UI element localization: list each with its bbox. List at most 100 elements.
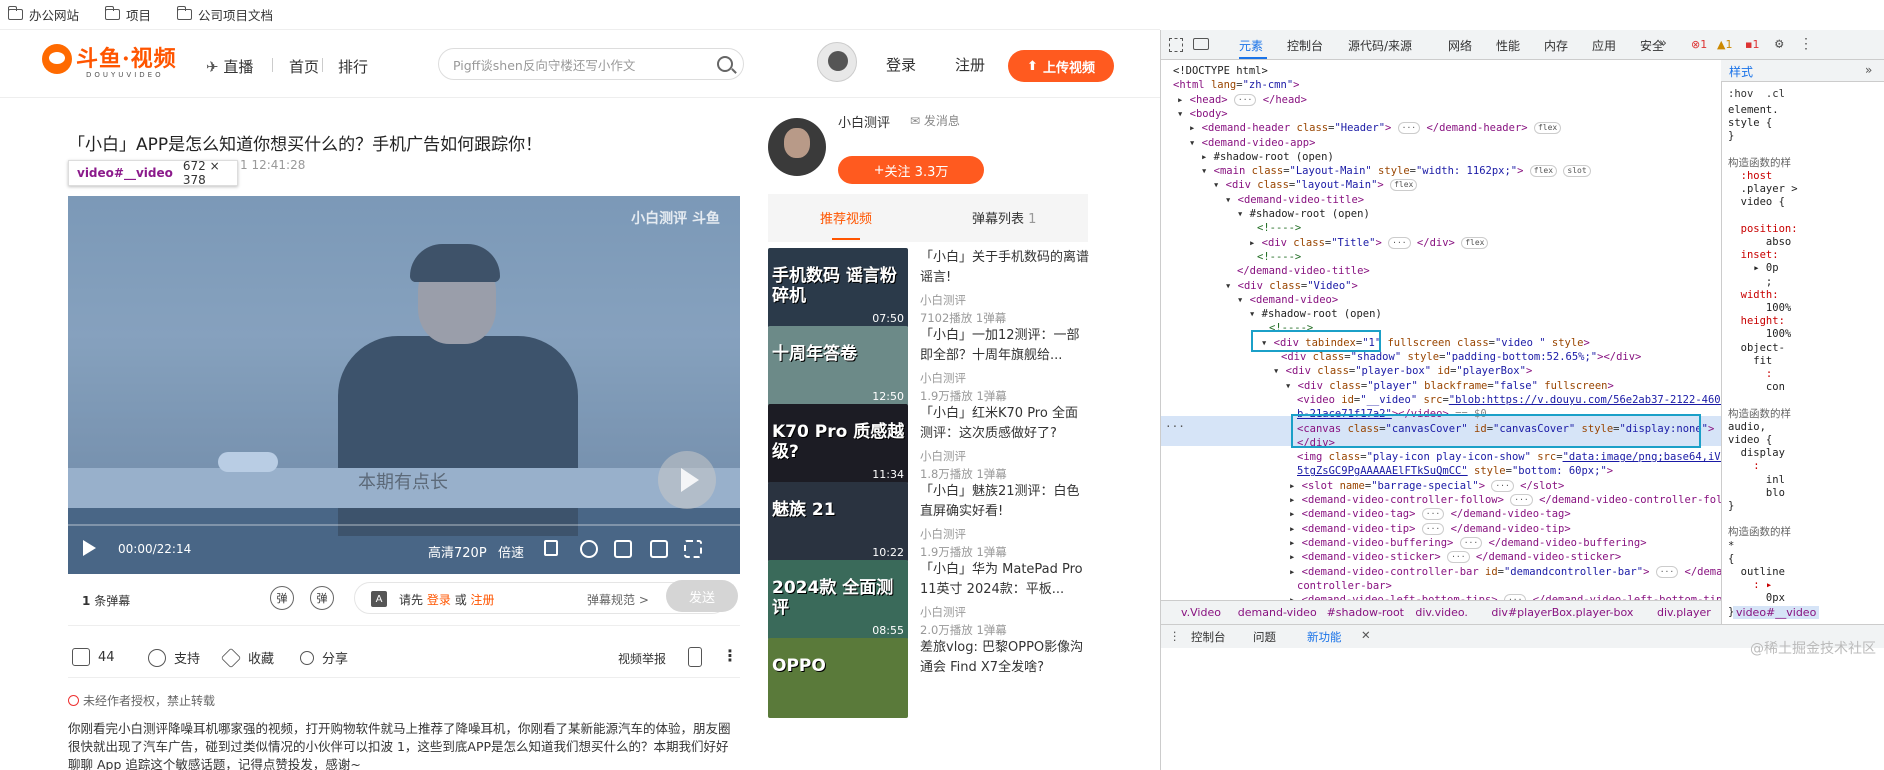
recommendation-author[interactable]: 小白测评 (920, 448, 966, 464)
dom-node-line[interactable]: ▸ <demand-video-controller-follow> ··· <… (1289, 493, 1721, 508)
devtools-tab[interactable]: 控制台 (1287, 37, 1323, 54)
danmu-settings-icon[interactable]: 弹 (310, 586, 334, 610)
nav-home[interactable]: 首页 (289, 56, 319, 77)
bookmark-projects[interactable]: 项目 (104, 5, 151, 24)
recommendation-author[interactable]: 小白测评 (920, 292, 966, 308)
recommendation-item[interactable]: K70 Pro 质感越级? 11:34 「小白」红米K70 Pro 全面测评：这次质… (768, 404, 1108, 488)
register-link[interactable]: 注册 (955, 54, 985, 75)
dom-node-line[interactable]: ▸ #shadow-root (open) (1201, 150, 1334, 165)
dom-node-line[interactable]: <!----> (1257, 250, 1301, 265)
tab-danmu-list[interactable]: 弹幕列表 1 (972, 208, 1036, 227)
devtools-tab[interactable]: 网络 (1448, 37, 1472, 54)
recommendation-item[interactable]: 魅族 21 10:22 「小白」魅族21测评：白色直屏确实好看! 小白测评 1.9万播放… (768, 482, 1108, 566)
dom-node-line[interactable]: ▾ <div class="player-box" id="playerBox"… (1273, 364, 1532, 379)
play-icon[interactable] (83, 540, 96, 556)
recommendation-thumbnail[interactable]: 2024款 全面测评 08:55 (768, 560, 908, 640)
recommendation-item[interactable]: 2024款 全面测评 08:55 「小白」华为 MatePad Pro 11英寸 2… (768, 560, 1108, 644)
pip-icon[interactable] (614, 540, 632, 558)
big-play-icon[interactable] (658, 451, 716, 509)
close-icon[interactable]: ✕ (1361, 628, 1371, 642)
node-menu-icon[interactable]: ··· (1165, 420, 1185, 433)
dom-node-line[interactable]: <video id="__video" src="blob:https://v.… (1297, 393, 1721, 408)
dom-node-line[interactable]: ▸ <slot name="barrage-special"> ··· </sl… (1289, 479, 1564, 494)
user-avatar[interactable] (817, 42, 857, 82)
video-player[interactable]: 小白测评 斗鱼 本期有点长 00:00/22:14 高清720P 倍速 (68, 196, 740, 574)
dom-node-line[interactable]: <img class="play-icon play-icon-show" sr… (1297, 450, 1721, 465)
recommendation-title[interactable]: 「小白」一加12测评：一部即全部？十周年旗舰给... (920, 326, 1090, 366)
inspect-element-icon[interactable] (1169, 38, 1183, 52)
device-toolbar-icon[interactable] (1193, 38, 1209, 50)
more-tabs-icon[interactable]: » (1659, 36, 1667, 51)
dom-node-line[interactable]: ▸ <head> ··· </head> (1177, 93, 1307, 108)
like-button[interactable]: 44 (72, 648, 115, 666)
recommendation-title[interactable]: 差旅vlog: 巴黎OPPO影像沟通会 Find X7全发啥? (920, 638, 1090, 678)
dom-node-line[interactable]: ▾ <div class="layout-Main"> flex (1213, 178, 1418, 193)
dom-node-line[interactable]: ▸ <div class="Title"> ··· </div> flex (1249, 236, 1489, 251)
more-options-icon[interactable]: ⋮ (1799, 36, 1813, 52)
bookmark-office[interactable]: 办公网站 (7, 5, 79, 24)
nav-live[interactable]: ✈ 直播 (206, 56, 253, 77)
devtools-tab[interactable]: 元素 (1239, 37, 1263, 54)
recommendation-thumbnail[interactable]: 十周年答卷 12:50 (768, 326, 908, 406)
quality-selector[interactable]: 高清720P (428, 542, 487, 561)
drawer-tab-issues[interactable]: 问题 (1253, 629, 1276, 645)
danmu-register-link[interactable]: 注册 (471, 593, 495, 607)
nav-ranking[interactable]: 排行 (338, 56, 368, 77)
breadcrumb-item[interactable]: div.video. (1415, 606, 1468, 619)
recommendation-thumbnail[interactable]: OPPO (768, 638, 908, 718)
recommendation-title[interactable]: 「小白」魅族21测评：白色直屏确实好看! (920, 482, 1090, 522)
dom-node-line[interactable]: ▾ <demand-video-title> (1225, 193, 1364, 208)
dom-node-line[interactable]: ▾ <div class="Video"> (1225, 279, 1358, 294)
login-link[interactable]: 登录 (886, 54, 916, 75)
breadcrumb-item[interactable]: v.Video (1181, 606, 1221, 619)
issues-count[interactable]: ▪1 (1745, 38, 1759, 51)
speed-selector[interactable]: 倍速 (498, 542, 524, 561)
error-count[interactable]: ⊗1 (1691, 38, 1707, 51)
send-button[interactable]: 发送 (666, 580, 738, 612)
dom-node-line[interactable]: ▾ <demand-video> (1237, 293, 1338, 308)
breadcrumb-item[interactable]: video#__video (1733, 606, 1820, 619)
recommendation-thumbnail[interactable]: K70 Pro 质感越级? 11:34 (768, 404, 908, 484)
dom-node-line[interactable]: ▸ <demand-video-tag> ··· </demand-video-… (1289, 507, 1571, 522)
dom-node-line[interactable]: </demand-video-title> (1237, 264, 1370, 279)
tab-styles[interactable]: 样式 (1729, 63, 1753, 80)
search-input[interactable]: Pigff谈shen反向守楼还写小作文 (438, 48, 744, 80)
dom-node-line[interactable]: ▸ <demand-header class="Header"> ··· </d… (1189, 121, 1562, 136)
danmu-login-link[interactable]: 登录 (427, 593, 451, 607)
recommendation-title[interactable]: 「小白」红米K70 Pro 全面测评：这次质感做好了? (920, 404, 1090, 444)
dom-node-line[interactable]: ▸ <demand-video-buffering> ··· </demand-… (1289, 536, 1647, 551)
dom-node-line[interactable]: <!DOCTYPE html> (1173, 64, 1268, 79)
recommendation-title[interactable]: 「小白」华为 MatePad Pro 11英寸 2024款：平板... (920, 560, 1090, 600)
collect-button[interactable]: 收藏 (220, 647, 274, 668)
devtools-tab[interactable]: 源代码/来源 (1348, 37, 1412, 54)
devtools-tab[interactable]: 内存 (1544, 37, 1568, 54)
devtools-tab[interactable]: 应用 (1592, 37, 1616, 54)
breadcrumb-item[interactable]: demand-video (1238, 606, 1317, 619)
font-style-icon[interactable]: A (371, 591, 387, 607)
styles-filter[interactable]: :hov .cl (1728, 88, 1785, 101)
drawer-tab-whats-new[interactable]: 新功能 (1307, 629, 1342, 645)
bookmark-company-docs[interactable]: 公司项目文档 (176, 5, 273, 24)
breadcrumb-item[interactable]: #shadow-root (1327, 606, 1404, 619)
volume-icon[interactable] (544, 540, 558, 556)
breadcrumb-item[interactable]: div.player (1657, 606, 1711, 619)
recommendation-thumbnail[interactable]: 魅族 21 10:22 (768, 482, 908, 562)
recommendation-thumbnail[interactable]: 手机数码 谣言粉碎机 07:50 (768, 248, 908, 328)
dom-node-line[interactable]: ▾ <body> (1177, 107, 1228, 122)
uploader-name[interactable]: 小白测评 (838, 112, 890, 131)
recommendation-item[interactable]: OPPO 差旅vlog: 巴黎OPPO影像沟通会 Find X7全发啥? (768, 638, 1108, 722)
devtools-tab[interactable]: 性能 (1496, 37, 1520, 54)
tab-recommended[interactable]: 推荐视频 (820, 208, 872, 227)
recommendation-item[interactable]: 手机数码 谣言粉碎机 07:50 「小白」关于手机数码的离谱谣言! 小白测评 7102播… (768, 248, 1108, 332)
recommendation-title[interactable]: 「小白」关于手机数码的离谱谣言! (920, 248, 1090, 288)
report-link[interactable]: 视频举报 (618, 650, 666, 667)
dom-node-line[interactable]: ▾ #shadow-root (open) (1237, 207, 1370, 222)
danmu-rules-link[interactable]: 弹幕规范 > (587, 591, 649, 608)
dom-node-line[interactable]: ▾ <main class="Layout-Main" style="width… (1201, 164, 1591, 179)
dom-node-line[interactable]: ▾ <demand-video-app> (1189, 136, 1315, 151)
danmu-toggle-icon[interactable]: 弹 (270, 586, 294, 610)
dom-node-line[interactable]: ▸ <demand-video-tip> ··· </demand-video-… (1289, 522, 1571, 537)
recommendation-author[interactable]: 小白测评 (920, 604, 966, 620)
drawer-menu-icon[interactable]: ⋮ (1169, 629, 1181, 643)
mobile-icon[interactable] (688, 647, 702, 667)
